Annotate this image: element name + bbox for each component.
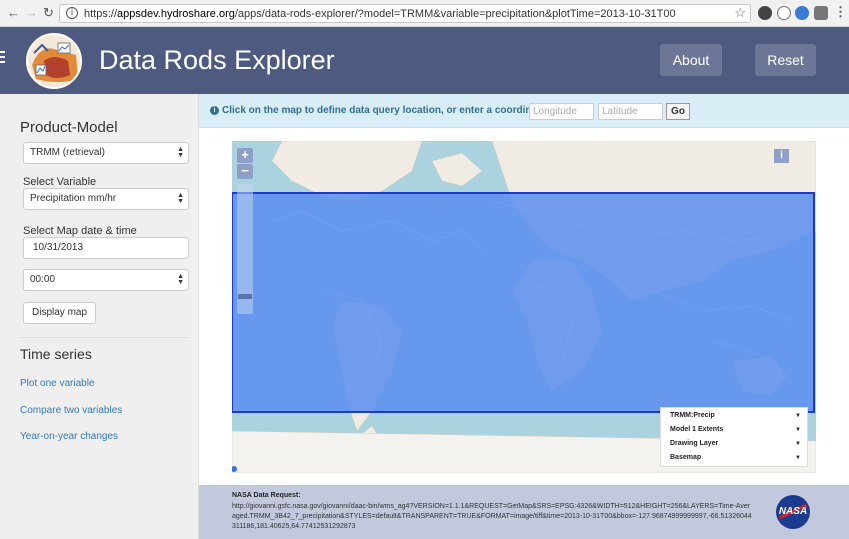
- address-bar[interactable]: i https://appsdev.hydroshare.org/apps/da…: [59, 4, 751, 23]
- layer-item-trmm-precip[interactable]: TRMM:Precip ▼: [661, 409, 807, 423]
- data-request-url[interactable]: http://giovanni.gsfc.nasa.gov/giovanni/d…: [232, 502, 752, 532]
- caret-down-icon: ▼: [795, 441, 801, 447]
- map-viewer[interactable]: + − i TRMM:Precip ▼ Model 1 Extents ▼ Draw…: [232, 141, 816, 473]
- latitude-input[interactable]: Latitude: [598, 103, 663, 120]
- select-caret-icon: ▲ ▼: [177, 192, 184, 205]
- time-value: 00:00: [30, 274, 56, 285]
- url-prefix: https://: [84, 8, 118, 20]
- product-model-select[interactable]: TRMM (retrieval) ▲ ▼: [23, 142, 189, 164]
- select-caret-icon: ▲ ▼: [177, 273, 184, 286]
- layer-switcher: TRMM:Precip ▼ Model 1 Extents ▼ Drawing La…: [660, 407, 808, 467]
- go-button[interactable]: Go: [666, 103, 690, 120]
- time-select[interactable]: 00:00 ▲ ▼: [23, 269, 189, 291]
- time-series-heading: Time series: [20, 346, 92, 362]
- sidebar: Product-Model TRMM (retrieval) ▲ ▼ Select…: [0, 94, 199, 539]
- layer-label: Basemap: [670, 454, 702, 461]
- zoom-out-button[interactable]: −: [237, 164, 253, 179]
- year-on-year-changes-link[interactable]: Year-on-year changes: [20, 431, 118, 442]
- data-request-title: NASA Data Request:: [232, 492, 301, 499]
- sidebar-divider: [20, 337, 188, 338]
- product-model-value: TRMM (retrieval): [30, 147, 105, 158]
- display-map-button[interactable]: Display map: [23, 302, 97, 324]
- caret-down-icon: ▼: [795, 413, 801, 419]
- url-path: /apps/data-rods-explorer/?model=TRMM&var…: [234, 8, 676, 20]
- back-icon[interactable]: ←: [7, 5, 20, 20]
- zoom-slider[interactable]: [237, 184, 253, 314]
- layer-label: TRMM:Precip: [670, 412, 715, 419]
- plot-one-variable-link[interactable]: Plot one variable: [20, 378, 95, 389]
- variable-label: Select Variable: [23, 176, 97, 188]
- browser-toolbar: ← → ↻ i https://appsdev.hydroshare.org/a…: [0, 0, 849, 27]
- app-header: Data Rods Explorer About Reset: [0, 27, 849, 94]
- query-info-bar: i Click on the map to define data query …: [199, 94, 849, 128]
- site-info-icon[interactable]: i: [66, 7, 78, 19]
- zoom-slider-thumb[interactable]: [238, 294, 252, 299]
- map-info-button[interactable]: i: [774, 149, 789, 163]
- layer-item-basemap[interactable]: Basemap ▼: [661, 451, 807, 465]
- reload-icon[interactable]: ↻: [43, 5, 54, 21]
- url-text: https://appsdev.hydroshare.org/apps/data…: [84, 8, 676, 20]
- layer-item-drawing-layer[interactable]: Drawing Layer ▼: [661, 437, 807, 451]
- extension-icon[interactable]: [795, 6, 809, 20]
- info-circle-icon: i: [210, 106, 219, 115]
- select-caret-icon: ▲ ▼: [177, 146, 184, 159]
- date-input[interactable]: 10/31/2013: [23, 237, 189, 259]
- caret-down-icon: ▼: [795, 427, 801, 433]
- zoom-in-button[interactable]: +: [237, 148, 253, 163]
- about-button[interactable]: About: [660, 44, 722, 76]
- product-model-heading: Product-Model: [20, 119, 118, 136]
- forward-icon[interactable]: →: [25, 5, 38, 20]
- longitude-input[interactable]: Longitude: [529, 103, 594, 120]
- extension-icon[interactable]: [814, 6, 828, 20]
- variable-select[interactable]: Precipitation mm/hr ▲ ▼: [23, 188, 189, 210]
- trmm-precip-overlay: [232, 192, 815, 413]
- menu-dots-icon[interactable]: ⋮: [834, 4, 847, 20]
- extension-icon[interactable]: [758, 6, 772, 20]
- app-title: Data Rods Explorer: [99, 45, 335, 75]
- reset-button[interactable]: Reset: [755, 44, 816, 76]
- layer-label: Model 1 Extents: [670, 426, 724, 433]
- nasa-logo: NASA: [776, 495, 810, 529]
- data-request-footer: NASA Data Request: http://giovanni.gsfc.…: [199, 485, 849, 539]
- extension-icon[interactable]: [777, 6, 791, 20]
- layer-label: Drawing Layer: [670, 440, 719, 447]
- bookmark-star-icon[interactable]: ☆: [734, 5, 746, 21]
- compare-two-variables-link[interactable]: Compare two variables: [20, 405, 122, 416]
- variable-value: Precipitation mm/hr: [30, 193, 117, 204]
- query-instructions: Click on the map to define data query lo…: [222, 105, 550, 116]
- hamburger-menu-icon[interactable]: [0, 51, 6, 66]
- url-host: appsdev.hydroshare.org: [117, 8, 235, 20]
- caret-down-icon: ▼: [795, 455, 801, 461]
- app-logo: [26, 33, 82, 89]
- date-label: Select Map date & time: [23, 225, 137, 237]
- nasa-logo-text: NASA: [778, 506, 808, 517]
- layer-item-model-1-extents[interactable]: Model 1 Extents ▼: [661, 423, 807, 437]
